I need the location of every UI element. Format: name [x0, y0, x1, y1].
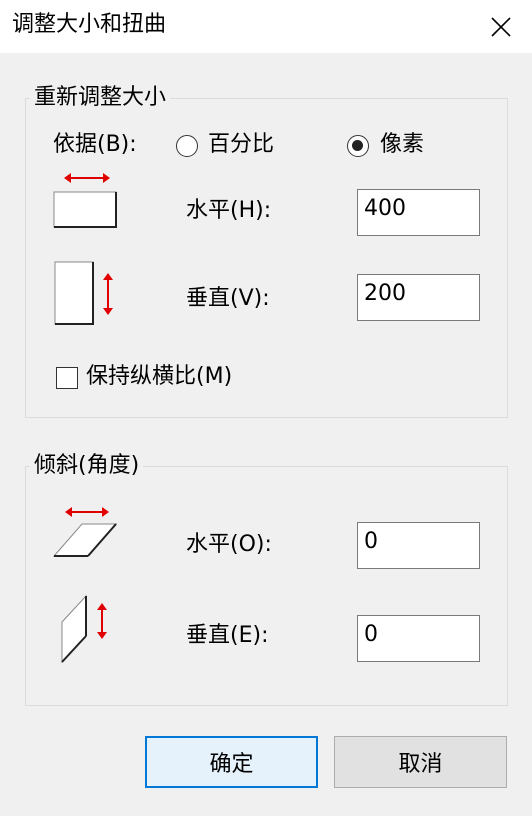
skew-legend: 倾斜(角度) [30, 451, 144, 481]
title-bar: 调整大小和扭曲 [0, 0, 532, 53]
cancel-button[interactable]: 取消 [334, 736, 507, 788]
horizontal-skew-icon [52, 507, 118, 557]
pixels-radio[interactable] [347, 135, 369, 157]
keep-ratio-checkbox[interactable] [56, 367, 78, 389]
resize-legend: 重新调整大小 [30, 83, 171, 113]
percent-label[interactable]: 百分比 [208, 130, 274, 160]
keep-ratio-label[interactable]: 保持纵横比(M) [86, 362, 232, 392]
percent-radio[interactable] [176, 135, 198, 157]
radio-selected-dot [352, 140, 363, 151]
vertical-resize-icon [54, 261, 113, 325]
skew-horizontal-input[interactable]: 0 [357, 522, 480, 569]
horizontal-resize-icon [53, 173, 117, 228]
close-icon [491, 16, 511, 37]
close-button[interactable] [470, 0, 532, 53]
vertical-skew-icon [61, 594, 107, 664]
resize-vertical-input[interactable]: 200 [357, 274, 480, 321]
ok-button[interactable]: 确定 [145, 736, 318, 788]
resize-vertical-label: 垂直(V): [186, 286, 270, 311]
by-label: 依据(B): [53, 132, 137, 157]
window-title: 调整大小和扭曲 [12, 12, 167, 37]
skew-vertical-label: 垂直(E): [186, 623, 269, 648]
resize-horizontal-label: 水平(H): [186, 198, 272, 223]
pixels-label[interactable]: 像素 [380, 130, 424, 160]
skew-horizontal-label: 水平(O): [186, 532, 272, 557]
skew-vertical-input[interactable]: 0 [357, 615, 480, 662]
resize-horizontal-input[interactable]: 400 [357, 189, 480, 236]
